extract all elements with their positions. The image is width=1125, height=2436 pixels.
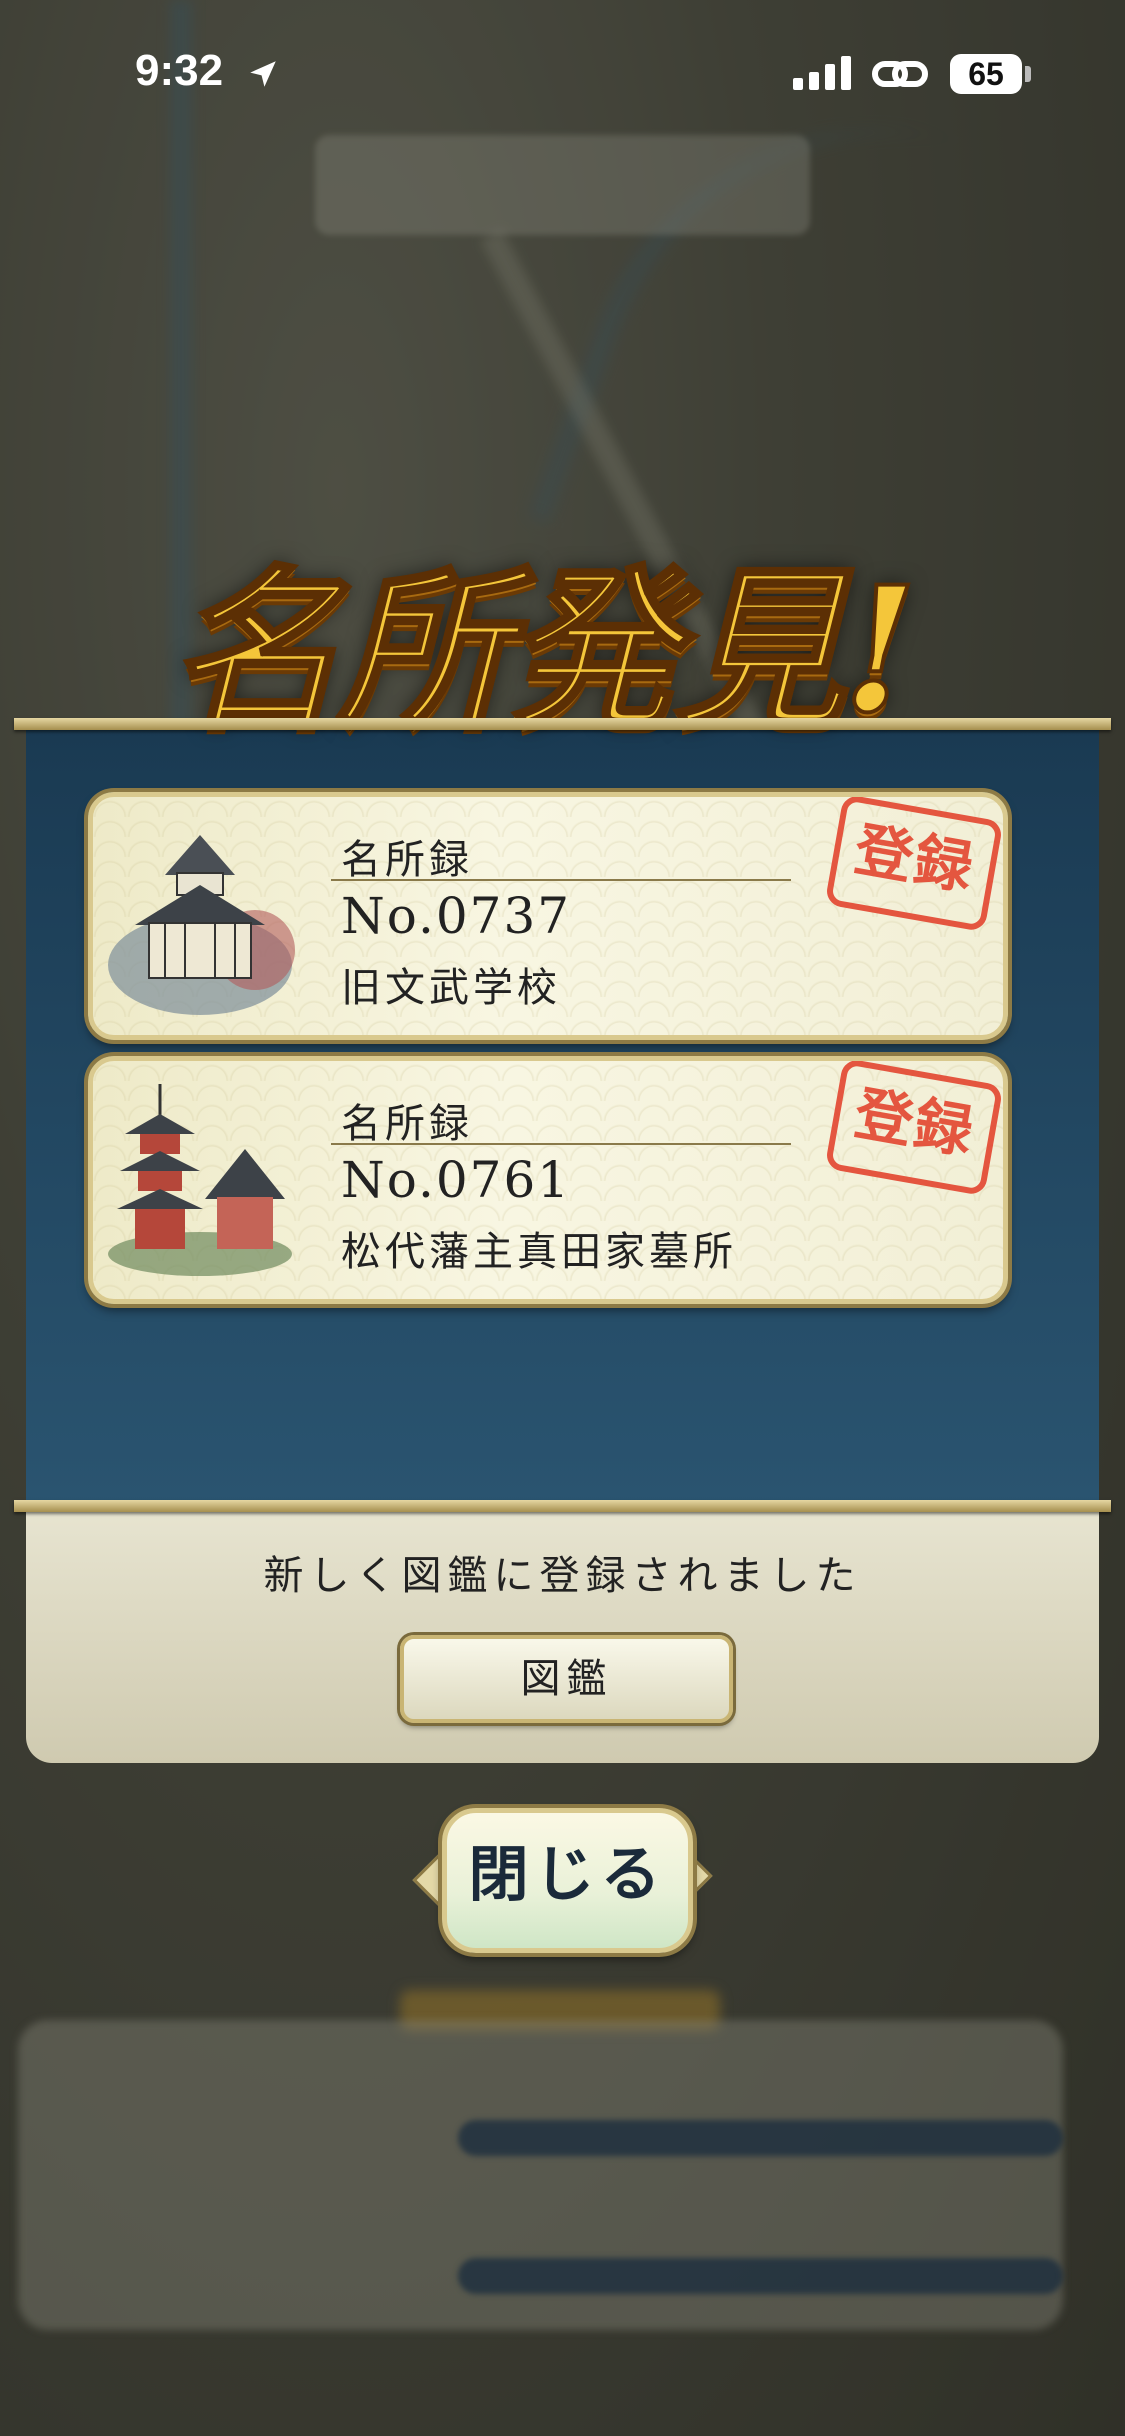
signal-icon <box>793 56 851 90</box>
panel-top-rail <box>14 718 1111 730</box>
registered-message: 新しく図鑑に登録されました <box>263 1553 862 1599</box>
zukan-button[interactable]: 図鑑 <box>400 1635 733 1723</box>
meisho-card[interactable]: 名所録 No.0761 松代藩主真田家墓所 登録 <box>88 1056 1008 1304</box>
card-name: 旧文武学校 <box>341 965 561 1011</box>
pagoda-shrine-illustration <box>108 1084 292 1276</box>
blurred-progress-bar <box>458 2120 1063 2156</box>
close-button[interactable]: 閉じる <box>412 1808 713 1953</box>
card-divider <box>331 879 791 881</box>
card-divider <box>331 1143 791 1145</box>
blurred-progress-bar <box>458 2258 1063 2294</box>
link-icon <box>872 61 928 87</box>
school-building-illustration <box>108 835 295 1015</box>
battery-icon: 65 <box>950 54 1022 94</box>
card-number: No.0737 <box>341 887 572 945</box>
panel-middle-rail <box>14 1500 1111 1512</box>
card-category: 名所録 <box>341 837 473 883</box>
meisho-card[interactable]: 名所録 No.0737 旧文武学校 登録 <box>88 792 1008 1040</box>
card-category: 名所録 <box>341 1101 473 1147</box>
location-arrow-icon <box>250 61 276 87</box>
battery-cap <box>1025 66 1031 82</box>
discovery-title: 名所発見! <box>168 546 920 753</box>
status-time: 9:32 <box>135 46 224 95</box>
close-button-label: 閉じる <box>442 1808 693 1953</box>
card-name: 松代藩主真田家墓所 <box>341 1229 737 1275</box>
card-number: No.0761 <box>341 1151 572 1209</box>
